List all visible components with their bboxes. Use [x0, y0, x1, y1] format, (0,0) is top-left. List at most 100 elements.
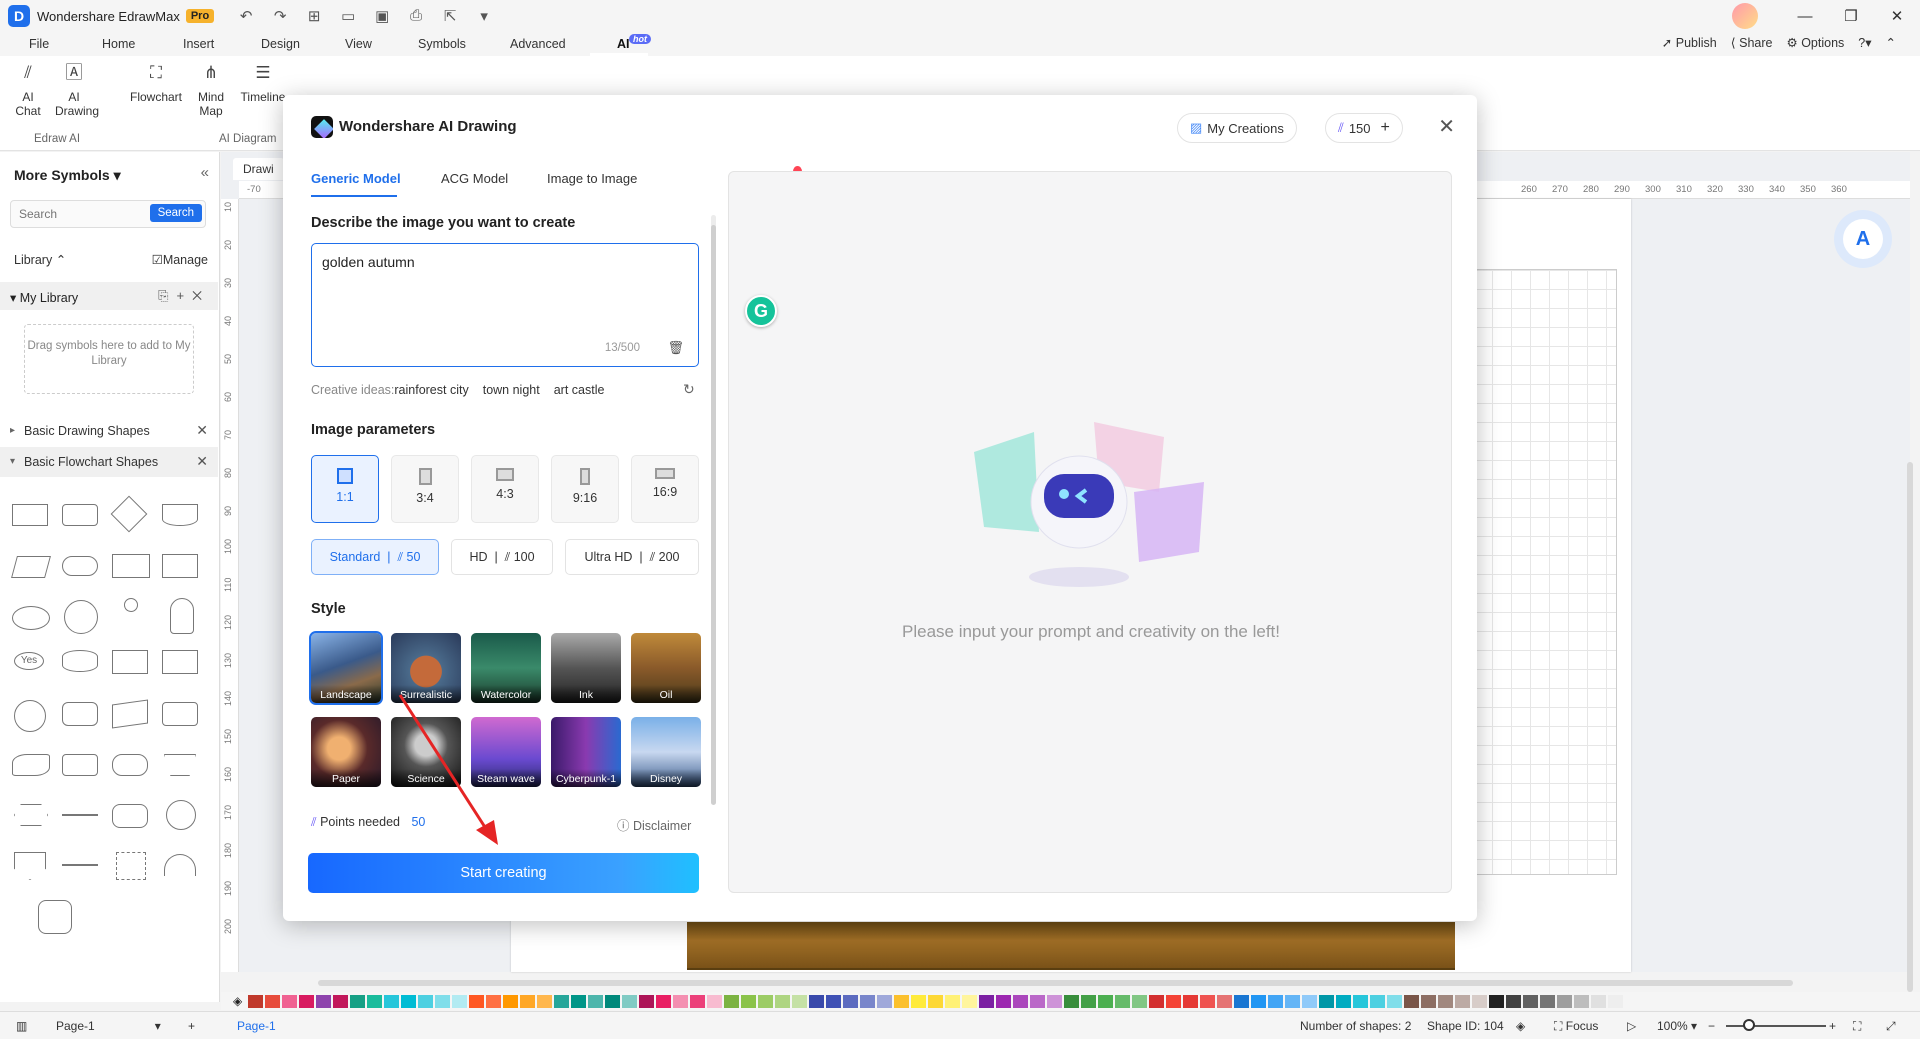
- shape-yes[interactable]: Yes: [14, 652, 44, 670]
- publish-button[interactable]: ➚ Publish: [1662, 35, 1717, 50]
- shape-terminator[interactable]: [62, 556, 98, 576]
- shape-annotation[interactable]: [116, 852, 146, 880]
- color-swatch[interactable]: [486, 994, 502, 1008]
- color-swatch[interactable]: [452, 994, 468, 1008]
- color-swatch[interactable]: [1081, 994, 1097, 1008]
- page-selector[interactable]: Page-1 ▾: [56, 1019, 161, 1033]
- color-swatch[interactable]: [1472, 994, 1488, 1008]
- color-swatch[interactable]: [350, 994, 366, 1008]
- color-swatch[interactable]: [1234, 994, 1250, 1008]
- start-creating-button[interactable]: Start creating: [308, 853, 699, 893]
- library-drop-area[interactable]: Drag symbols here to add to My Library: [24, 324, 194, 394]
- color-swatch[interactable]: [758, 994, 774, 1008]
- library-toggle[interactable]: Library ⌃: [14, 253, 66, 267]
- shape-line[interactable]: [62, 814, 98, 816]
- ai-drawing-button[interactable]: 🄰 AI Drawing: [55, 64, 99, 118]
- color-swatch[interactable]: [1574, 994, 1590, 1008]
- color-swatch[interactable]: [996, 994, 1012, 1008]
- document-tab[interactable]: Drawi: [233, 158, 284, 180]
- minimize-icon[interactable]: —: [1782, 8, 1828, 25]
- color-swatch[interactable]: [945, 994, 961, 1008]
- shape-data[interactable]: [11, 556, 51, 578]
- points-balance[interactable]: ⫽ 150 +: [1325, 113, 1403, 143]
- color-swatch[interactable]: [1302, 994, 1318, 1008]
- shape-preparation[interactable]: [14, 804, 48, 826]
- shape-arrow-line[interactable]: [62, 864, 98, 866]
- menu-view[interactable]: View: [345, 37, 372, 51]
- horizontal-scrollbar[interactable]: [318, 980, 1793, 986]
- my-creations-button[interactable]: ▨ My Creations: [1177, 113, 1297, 143]
- color-swatch[interactable]: [1047, 994, 1063, 1008]
- undo-icon[interactable]: ↶: [236, 7, 256, 25]
- help-icon[interactable]: ?▾: [1858, 35, 1871, 50]
- shape-user[interactable]: [170, 598, 194, 634]
- options-button[interactable]: ⚙ Options: [1786, 35, 1844, 50]
- zoom-in-icon[interactable]: +: [1829, 1019, 1836, 1033]
- prompt-input[interactable]: [322, 254, 682, 334]
- color-swatch[interactable]: [1608, 994, 1624, 1008]
- color-swatch[interactable]: [1030, 994, 1046, 1008]
- user-avatar[interactable]: [1732, 3, 1758, 29]
- clear-prompt-icon[interactable]: 🗑: [667, 340, 684, 356]
- focus-button[interactable]: ⛶ Focus: [1554, 1019, 1598, 1034]
- menu-ai[interactable]: AI hot: [617, 34, 651, 51]
- quality-ultra-hd[interactable]: Ultra HD | ⫽ 200: [565, 539, 699, 575]
- color-swatch[interactable]: [707, 994, 723, 1008]
- shape-alternate[interactable]: [112, 754, 148, 776]
- fill-bucket-icon[interactable]: ◈: [233, 994, 242, 1008]
- color-swatch[interactable]: [265, 994, 281, 1008]
- style-paper[interactable]: Paper: [311, 717, 381, 787]
- ai-chat-button[interactable]: ⫽ AI Chat: [14, 64, 42, 118]
- close-category-icon[interactable]: ✕: [196, 422, 208, 439]
- shape-display[interactable]: [162, 702, 198, 726]
- color-swatch[interactable]: [775, 994, 791, 1008]
- layers-icon[interactable]: ◈: [1516, 1019, 1525, 1033]
- tab-acg-model[interactable]: ACG Model: [441, 171, 508, 186]
- symbol-search-input[interactable]: [11, 201, 141, 227]
- color-swatch[interactable]: [1438, 994, 1454, 1008]
- shape-table[interactable]: [162, 650, 198, 674]
- color-swatch[interactable]: [1370, 994, 1386, 1008]
- category-basic-drawing-shapes[interactable]: ▸ Basic Drawing Shapes ✕: [0, 416, 218, 446]
- color-swatch[interactable]: [1489, 994, 1505, 1008]
- panel-title[interactable]: More Symbols ▾: [14, 167, 121, 184]
- customize-icon[interactable]: ▾: [474, 7, 494, 25]
- color-swatch[interactable]: [911, 994, 927, 1008]
- ai-assistant-button[interactable]: A: [1834, 210, 1892, 268]
- color-swatch[interactable]: [1132, 994, 1148, 1008]
- generated-autumn-image[interactable]: [687, 922, 1455, 970]
- color-swatch[interactable]: [571, 994, 587, 1008]
- ratio-4-3[interactable]: 4:3: [471, 455, 539, 523]
- color-swatch[interactable]: [1098, 994, 1114, 1008]
- timeline-button[interactable]: ☰ Timeline: [240, 66, 286, 104]
- tab-image-to-image[interactable]: Image to Image: [547, 171, 637, 186]
- shape-ellipse[interactable]: [12, 606, 50, 630]
- color-swatch[interactable]: [877, 994, 893, 1008]
- color-swatch[interactable]: [1540, 994, 1556, 1008]
- menu-insert[interactable]: Insert: [183, 37, 214, 51]
- shape-punched-tape[interactable]: [12, 754, 50, 776]
- menu-design[interactable]: Design: [261, 37, 300, 51]
- close-window-icon[interactable]: ✕: [1874, 7, 1920, 25]
- tab-generic-model[interactable]: Generic Model: [311, 171, 401, 186]
- print-icon[interactable]: ⎙: [406, 7, 426, 25]
- style-ink[interactable]: Ink: [551, 633, 621, 703]
- ratio-3-4[interactable]: 3:4: [391, 455, 459, 523]
- shape-brace[interactable]: [38, 900, 72, 934]
- color-swatch[interactable]: [656, 994, 672, 1008]
- menu-file[interactable]: File: [29, 37, 49, 51]
- color-swatch[interactable]: [1404, 994, 1420, 1008]
- shape-database[interactable]: [62, 650, 98, 672]
- my-library-header[interactable]: ▾ My Library ⎘+✕: [0, 282, 218, 310]
- shape-decision[interactable]: [110, 495, 148, 533]
- color-swatch[interactable]: [1336, 994, 1352, 1008]
- color-swatch[interactable]: [622, 994, 638, 1008]
- idea-chip[interactable]: rainforest city: [394, 383, 468, 397]
- shape-arc[interactable]: [164, 854, 196, 876]
- add-page-icon[interactable]: +: [188, 1019, 195, 1033]
- category-basic-flowchart-shapes[interactable]: ▾ Basic Flowchart Shapes ✕: [0, 447, 218, 477]
- color-swatch[interactable]: [1353, 994, 1369, 1008]
- color-swatch[interactable]: [537, 994, 553, 1008]
- style-science[interactable]: Science: [391, 717, 461, 787]
- color-swatch[interactable]: [1200, 994, 1216, 1008]
